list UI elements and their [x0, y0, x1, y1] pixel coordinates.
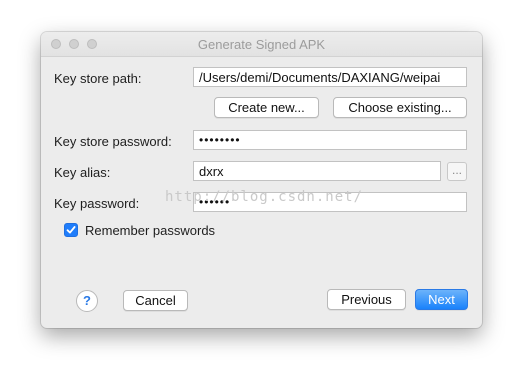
key-alias-field[interactable]: dxrx	[193, 161, 441, 181]
remember-passwords-label[interactable]: Remember passwords	[85, 223, 215, 238]
choose-existing-button[interactable]: Choose existing...	[333, 97, 467, 118]
key-store-password-field[interactable]: ••••••••	[193, 130, 467, 150]
help-button[interactable]: ?	[76, 290, 98, 312]
dialog-window: Generate Signed APK Key store path: /Use…	[41, 32, 482, 328]
key-store-path-field[interactable]: /Users/demi/Documents/DAXIANG/weipai	[193, 67, 467, 87]
next-button[interactable]: Next	[415, 289, 468, 310]
title-bar: Generate Signed APK	[41, 32, 482, 57]
cancel-button[interactable]: Cancel	[123, 290, 188, 311]
checkmark-icon	[66, 226, 76, 234]
key-password-label: Key password:	[54, 196, 140, 211]
remember-passwords-checkbox[interactable]	[64, 223, 78, 237]
create-new-button[interactable]: Create new...	[214, 97, 319, 118]
key-alias-browse-button[interactable]: ...	[447, 162, 467, 181]
key-store-path-label: Key store path:	[54, 71, 142, 86]
key-password-field[interactable]: ••••••	[193, 192, 467, 212]
key-store-password-label: Key store password:	[54, 134, 172, 149]
window-title: Generate Signed APK	[197, 37, 326, 52]
key-alias-label: Key alias:	[54, 165, 111, 180]
previous-button[interactable]: Previous	[327, 289, 406, 310]
